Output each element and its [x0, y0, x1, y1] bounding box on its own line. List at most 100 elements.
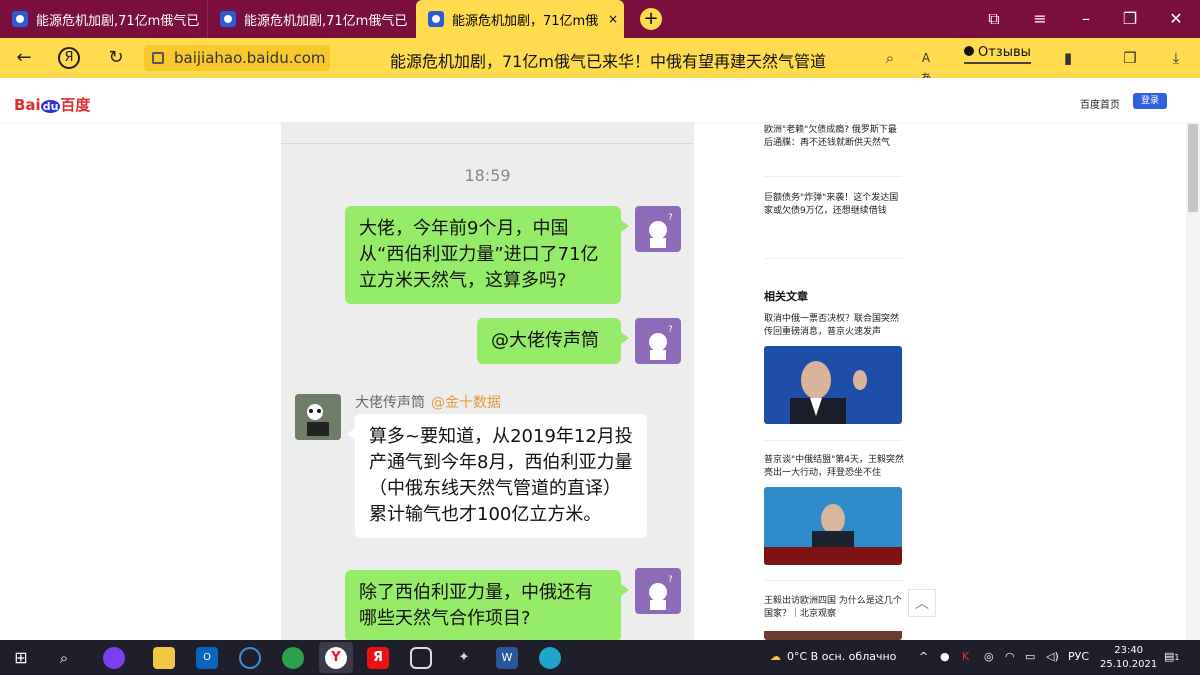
window-close-icon[interactable]: ✕: [1166, 9, 1186, 28]
page-scrollbar[interactable]: [1186, 122, 1200, 640]
baidu-logo[interactable]: Bai du 百度: [14, 94, 90, 115]
bookmark-icon[interactable]: ▮: [1058, 48, 1078, 68]
screen: 能源危机加剧,71亿m俄气已 能源危机加剧,71亿m俄气已 能源危机加剧，71亿…: [0, 0, 1200, 675]
windows-taskbar: ⊞ ⌕ O Y Я ✦ W ☁ 0°C В осн. облачно ^ ● K …: [0, 640, 1200, 675]
lock-icon: [152, 52, 164, 64]
sender-line: 大佬传声筒 @金十数据: [355, 392, 501, 412]
tray-expand-icon[interactable]: ^: [919, 650, 928, 663]
edge-icon[interactable]: [539, 647, 561, 669]
windows-start-icon[interactable]: ⊞: [10, 647, 32, 669]
browser-tab-bar: 能源危机加剧,71亿m俄气已 能源危机加剧,71亿m俄气已 能源危机加剧，71亿…: [0, 0, 1200, 38]
svg-text:?: ?: [668, 213, 673, 223]
svg-text:?: ?: [668, 575, 673, 585]
instagram-icon[interactable]: [410, 647, 432, 669]
reviews-button[interactable]: Отзывы: [964, 45, 1031, 64]
logo-paw: du: [40, 100, 61, 113]
notification-count: 1: [1174, 653, 1180, 662]
tab-label: 能源危机加剧,71亿m俄气已: [244, 13, 408, 29]
related-article-1-image[interactable]: [764, 346, 902, 424]
menu-icon[interactable]: ≡: [1030, 9, 1050, 28]
reload-icon[interactable]: ↻: [104, 46, 128, 70]
sender-name: 大佬传声筒: [355, 395, 425, 411]
baidu-home-link[interactable]: 百度首页: [1080, 96, 1120, 111]
related-article-1-title[interactable]: 取消中俄一票否决权？联合国突然传回重磅消息，普京火速发声: [764, 313, 904, 339]
chat-message-question: 大佬，今年前9个月，中国从“西伯利亚力量”进口了71亿立方米天然气，这算多吗?: [345, 206, 629, 304]
maps-icon[interactable]: [282, 647, 304, 669]
tray-app-icon[interactable]: ●: [940, 650, 950, 663]
new-tab-button[interactable]: +: [640, 8, 662, 30]
tab-close-icon[interactable]: ×: [608, 12, 618, 26]
user-avatar: ?: [635, 568, 681, 614]
svg-text:?: ?: [668, 325, 673, 335]
page-title: 能源危机加剧，71亿m俄气已来华！中俄有望再建天然气管道: [390, 52, 826, 71]
weather-text: 0°C В осн. облачно: [787, 650, 897, 663]
yandex-icon[interactable]: Я: [58, 47, 80, 69]
tab-label: 能源危机加剧,71亿m俄气已: [36, 13, 200, 29]
translate-icon[interactable]: Aあ: [916, 48, 936, 85]
sender-avatar: [295, 394, 341, 440]
clock-date: 25.10.2021: [1100, 659, 1158, 670]
chat-message-reply: 算多~要知道，从2019年12月投产通气到今年8月，西伯利亚力量（中俄东线天然气…: [347, 414, 647, 538]
tab-3-active[interactable]: 能源危机加剧，71亿m俄 ×: [416, 0, 624, 38]
related-article-3-title[interactable]: 王毅出访欧洲四国 为什么是这几个国家？｜北京观察: [764, 595, 904, 621]
sidebar-item-1[interactable]: 欧洲"老赖"欠债成瘾? 俄罗斯下最后通牒：再不还钱就断供天然气: [764, 124, 904, 150]
volume-icon[interactable]: ◁): [1046, 650, 1059, 663]
yandex-icon[interactable]: Я: [367, 647, 389, 669]
related-article-2-image[interactable]: [764, 487, 902, 565]
cloud-icon: ☁: [770, 650, 781, 663]
word-icon[interactable]: W: [496, 647, 518, 669]
window-maximize-icon[interactable]: ❐: [1120, 9, 1140, 28]
window-minimize-icon[interactable]: –: [1076, 9, 1096, 28]
divider: [764, 580, 902, 581]
yandex-browser-taskbar-icon[interactable]: Y: [319, 642, 353, 673]
related-article-2-title[interactable]: 普京谈"中俄结盟"第4天，王毅突然亮出一大行动，拜登恐坐不住: [764, 454, 904, 480]
back-icon[interactable]: ←: [12, 46, 36, 70]
address-bar: ← Я ↻ baijiahao.baidu.com 能源危机加剧，71亿m俄气已…: [0, 38, 1200, 85]
article-chat-image: 18:59 大佬，今年前9个月，中国从“西伯利亚力量”进口了71亿立方米天然气，…: [281, 122, 694, 640]
user-avatar: ?: [635, 206, 681, 252]
back-to-top-button[interactable]: ︿: [908, 589, 936, 617]
divider: [764, 176, 902, 177]
language-indicator[interactable]: РУС: [1068, 650, 1089, 663]
weather-widget[interactable]: ☁ 0°C В осн. облачно: [770, 650, 896, 663]
tab-2[interactable]: 能源危机加剧,71亿m俄气已: [207, 0, 412, 38]
antivirus-icon[interactable]: K: [962, 650, 969, 663]
divider: [764, 440, 902, 441]
sync-icon[interactable]: ◎: [984, 650, 994, 663]
url-field[interactable]: baijiahao.baidu.com: [144, 45, 330, 71]
tab-1[interactable]: 能源危机加剧,71亿m俄气已: [0, 0, 205, 38]
baidu-favicon-icon: [220, 11, 236, 27]
search-icon[interactable]: ⌕: [53, 647, 75, 669]
alice-assistant-icon[interactable]: [103, 647, 125, 669]
file-explorer-icon[interactable]: [153, 647, 175, 669]
clock[interactable]: 23:40 25.10.2021: [1100, 644, 1157, 672]
chat-header-strip: [281, 122, 694, 144]
clock-time: 23:40: [1114, 645, 1144, 656]
logo-cn: 百度: [60, 96, 91, 114]
chat-message-mention: @大佬传声筒: [477, 318, 629, 364]
outlook-icon[interactable]: O: [196, 647, 218, 669]
scrollbar-thumb[interactable]: [1188, 124, 1198, 212]
collections-icon[interactable]: ❒: [1120, 48, 1140, 68]
reviews-label: Отзывы: [978, 45, 1031, 60]
sidebar-item-2[interactable]: 巨额债务"炸弹"来袭！这个发达国家或欠债9万亿，还想继续借钱: [764, 192, 904, 218]
game-icon[interactable]: ✦: [453, 647, 475, 669]
sender-tag: @金十数据: [431, 395, 501, 411]
related-article-3-image[interactable]: [764, 628, 902, 640]
login-button[interactable]: 登录: [1133, 93, 1167, 109]
user-avatar: ?: [635, 318, 681, 364]
download-icon[interactable]: ⤓: [1166, 48, 1186, 68]
related-articles-heading: 相关文章: [764, 290, 808, 303]
battery-icon[interactable]: ▭: [1025, 650, 1035, 663]
site-header: Bai du 百度 百度首页 登录: [0, 78, 1200, 122]
divider: [764, 258, 902, 259]
notifications-icon[interactable]: ▤1: [1164, 650, 1180, 663]
chat-timestamp: 18:59: [464, 166, 511, 185]
wifi-icon[interactable]: ◠: [1005, 650, 1015, 663]
baidu-favicon-icon: [428, 11, 444, 27]
chat-message-followup: 除了西伯利亚力量，中俄还有哪些天然气合作项目?: [345, 570, 629, 640]
collections-panel-icon[interactable]: ⧉: [984, 9, 1004, 29]
search-icon[interactable]: ⌕: [880, 48, 900, 68]
app-icon[interactable]: [239, 647, 261, 669]
logo-text: Bai: [14, 96, 41, 114]
